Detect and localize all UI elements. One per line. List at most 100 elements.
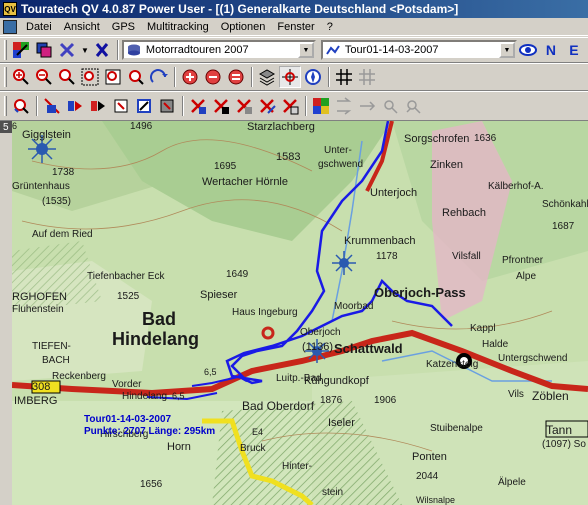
route-disabled-icon <box>333 95 355 117</box>
delete-segment-icon[interactable] <box>210 95 232 117</box>
track-combo-value: Tour01-14-03-2007 <box>344 44 439 56</box>
map-place-label: Kappl <box>470 323 496 334</box>
map-place-label: 1178 <box>376 251 398 262</box>
track-color-icon[interactable] <box>310 95 332 117</box>
map-place-label: TIEFEN- <box>32 341 71 352</box>
chevron-down-icon[interactable]: ▼ <box>498 42 515 58</box>
map-place-label: Bad Oberdorf <box>242 399 315 413</box>
remove-point-icon[interactable] <box>202 66 224 88</box>
north-up-icon[interactable]: N <box>540 39 562 61</box>
toolbar-grip[interactable] <box>4 96 7 116</box>
track-select-icon[interactable] <box>41 95 63 117</box>
map-toolbar <box>0 63 588 91</box>
add-point-icon[interactable] <box>179 66 201 88</box>
dropdown-arrow-icon[interactable]: ▼ <box>81 46 89 55</box>
map-place-label: Älpele <box>498 477 526 488</box>
toolbar-grip[interactable] <box>4 40 7 60</box>
track-edit-icon[interactable] <box>156 95 178 117</box>
tour-name: Tour01-14-03-2007 <box>84 414 172 425</box>
track-combo[interactable]: Tour01-14-03-2007 ▼ <box>320 40 517 60</box>
map-place-label: 1687 <box>552 221 575 232</box>
folder-combo[interactable]: Motorradtouren 2007 ▼ <box>121 40 316 60</box>
map-place-label: Katzensteig <box>426 359 479 370</box>
tour-info-label[interactable]: Tour01-14-03-2007 Punkte: 2707 Länge: 29… <box>84 414 215 438</box>
search-track-icon[interactable] <box>10 95 32 117</box>
map-place-label: Krummenbach <box>344 235 416 247</box>
map-place-label: Vilsfall <box>452 251 481 262</box>
clear-points-icon[interactable] <box>225 66 247 88</box>
zoom-previous-icon[interactable] <box>125 66 147 88</box>
map-place-label: Zöblen <box>532 389 569 403</box>
zoom-fit-icon[interactable] <box>56 66 78 88</box>
map-place-label: Starzlachberg <box>247 121 315 133</box>
map-place-label: Schönkahle <box>542 199 588 210</box>
map-place-label: Hinter- <box>282 461 313 472</box>
layers-icon[interactable] <box>33 39 55 61</box>
zoom-in-icon[interactable] <box>10 66 32 88</box>
east-icon[interactable]: E <box>563 39 585 61</box>
chevron-down-icon[interactable]: ▼ <box>297 42 314 58</box>
map-place-label: Bruck <box>240 443 266 454</box>
menu-gps[interactable]: GPS <box>106 21 141 33</box>
zoom-rect-icon[interactable] <box>79 66 101 88</box>
track-last-icon[interactable] <box>133 95 155 117</box>
refresh-map-icon[interactable] <box>148 66 170 88</box>
toolbar-separator <box>174 67 176 87</box>
map-place-label: Kälberhof-A. <box>488 181 544 192</box>
map-place-label: (1535) <box>42 196 71 207</box>
color-palette-icon[interactable] <box>10 39 32 61</box>
map-place-label: 308 <box>32 381 51 393</box>
tool-x-icon[interactable] <box>91 39 113 61</box>
track-toolbar <box>0 91 588 121</box>
map-place-label: Ponten <box>412 451 447 463</box>
toolbar-separator <box>36 96 38 116</box>
delete-hidden-icon[interactable] <box>279 95 301 117</box>
map-place-label: gschwend <box>318 159 364 170</box>
map-place-label: Grüntenhaus <box>12 181 70 192</box>
map-place-label: Untergschwend <box>498 353 568 364</box>
document-icon[interactable] <box>3 19 17 34</box>
app-logo-icon: QV <box>3 2 17 16</box>
grid-icon[interactable] <box>333 66 355 88</box>
map-place-label: 1583 <box>276 151 301 163</box>
zoom-window-icon[interactable] <box>102 66 124 88</box>
map-place-label: Reckenberg <box>52 371 106 382</box>
map-place-label: Oberjoch-Pass <box>374 285 466 300</box>
delete-point-icon[interactable] <box>187 95 209 117</box>
menu-datei[interactable]: Datei <box>20 21 58 33</box>
grid-disabled-icon <box>356 66 378 88</box>
track-next-icon[interactable] <box>110 95 132 117</box>
track-prev-icon[interactable] <box>87 95 109 117</box>
map-place-label: 1738 <box>52 167 75 178</box>
map-place-label: 1525 <box>117 291 140 302</box>
map-view[interactable]: Starzlachberg Gigglstein 1496 1738 Grüntenha… <box>12 121 588 505</box>
delete-range-icon[interactable] <box>233 95 255 117</box>
map-place-label: Stuibenalpe <box>430 423 483 434</box>
menu-multitracking[interactable]: Multitracking <box>141 21 215 33</box>
delete-track-icon[interactable] <box>56 39 78 61</box>
eye-view-icon[interactable] <box>517 39 539 61</box>
map-place-label: BACH <box>42 355 70 366</box>
map-place-label: Vils <box>508 389 524 400</box>
menu-fenster[interactable]: Fenster <box>271 21 320 33</box>
toolbar-grip[interactable] <box>4 67 7 87</box>
map-canvas[interactable] <box>12 121 588 505</box>
delete-all-icon[interactable] <box>256 95 278 117</box>
crosshair-tool-icon[interactable] <box>279 66 301 88</box>
map-place-label: IMBERG <box>14 395 58 407</box>
map-place-label: Bad <box>142 309 177 329</box>
zoom-out-icon[interactable] <box>33 66 55 88</box>
stack-layers-icon[interactable] <box>256 66 278 88</box>
menu-help[interactable]: ? <box>321 21 339 33</box>
track-first-icon[interactable] <box>64 95 86 117</box>
compass-icon[interactable] <box>302 66 324 88</box>
toolbar-separator <box>182 96 184 116</box>
menu-ansicht[interactable]: Ansicht <box>58 21 106 33</box>
window-title: Touratech QV 4.0.87 Power User - [(1) Ge… <box>21 2 459 16</box>
map-place-label: Unterjoch <box>370 187 418 199</box>
map-place-label: Moorbad <box>334 301 374 312</box>
toolbar-separator <box>116 40 119 60</box>
map-place-label: 1496 <box>130 121 153 132</box>
route-disabled-icon <box>402 95 424 117</box>
menu-optionen[interactable]: Optionen <box>215 21 272 33</box>
